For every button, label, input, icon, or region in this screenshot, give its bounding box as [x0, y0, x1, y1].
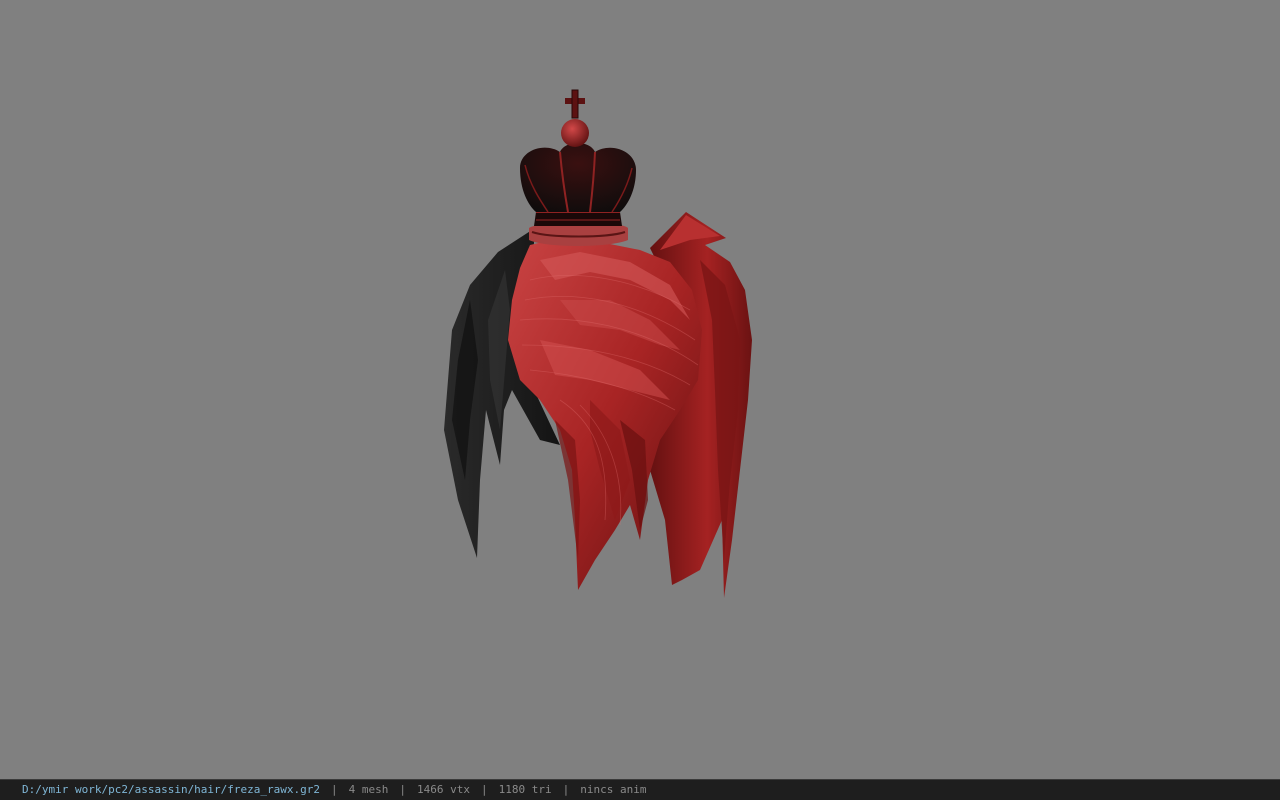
status-separator: |: [481, 783, 488, 796]
mesh-count: 4 mesh: [348, 783, 389, 796]
status-separator: |: [331, 783, 338, 796]
vertex-count: 1466 vtx: [417, 783, 470, 796]
triangle-count: 1180 tri: [498, 783, 552, 796]
hair-model-render: [444, 89, 752, 598]
crown: [520, 89, 636, 246]
status-separator: |: [562, 783, 570, 796]
animation-status: nincs anim: [580, 783, 647, 796]
model-file-path: D:/ymir work/pc2/assassin/hair/freza_raw…: [22, 783, 321, 796]
status-separator: |: [399, 783, 407, 796]
status-bar: D:/ymir work/pc2/assassin/hair/freza_raw…: [0, 779, 1280, 800]
3d-viewport[interactable]: [0, 0, 1280, 779]
